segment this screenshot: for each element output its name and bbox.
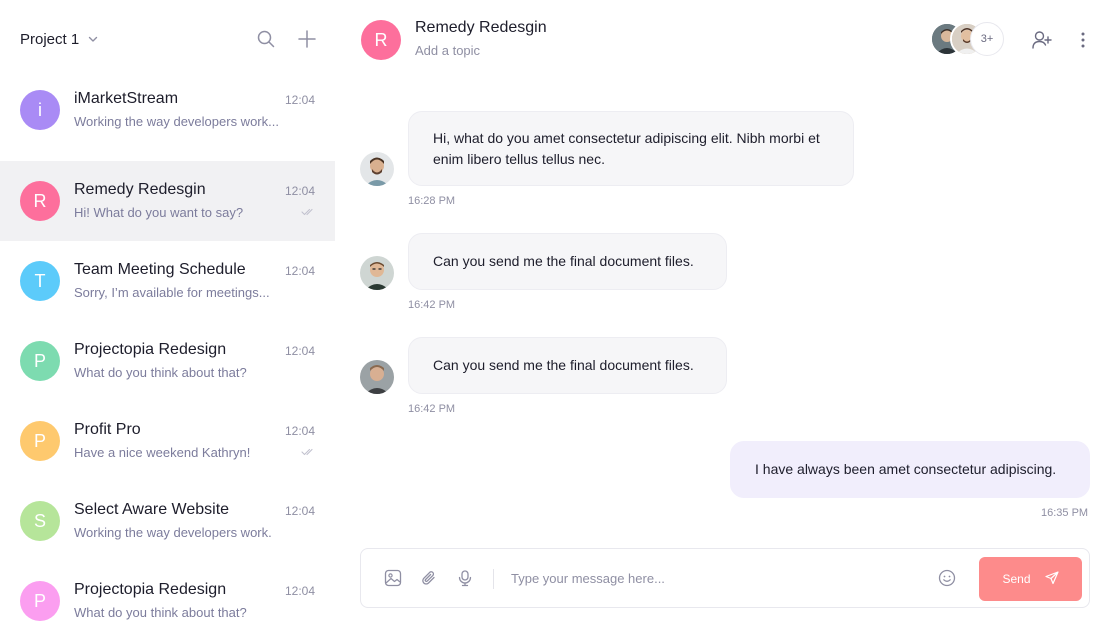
- conversation-name: Remedy Redesgin: [74, 181, 206, 198]
- conversation-time: 12:04: [284, 584, 315, 598]
- conversation-time: 12:04: [284, 424, 315, 438]
- conversation-sidebar: Project 1 i iMarketStream 12:04 Working …: [0, 0, 335, 641]
- message-text: Hi, what do you amet consectetur adipisc…: [433, 129, 820, 167]
- message-time: 16:42 PM: [408, 299, 456, 311]
- conversation-item-projectopia-redesign-2[interactable]: P Projectopia Redesign 12:04 What do you…: [0, 561, 335, 641]
- chat-title: Remedy Redesgin: [415, 19, 547, 36]
- conversation-name: Team Meeting Schedule: [74, 261, 246, 278]
- kebab-icon[interactable]: [1071, 28, 1095, 52]
- conversation-name: Projectopia Redesign: [74, 341, 227, 358]
- conversation-item-team-meeting-schedule[interactable]: T Team Meeting Schedule 12:04 Sorry, I’m…: [0, 241, 335, 321]
- project-selector[interactable]: Project 1: [20, 28, 99, 50]
- avatar: P: [20, 421, 60, 461]
- conversation-time: 12:04: [284, 264, 315, 278]
- image-icon[interactable]: [383, 568, 403, 588]
- conversation-item-projectopia-redesign[interactable]: P Projectopia Redesign 12:04 What do you…: [0, 321, 335, 401]
- conversation-preview: Sorry, I’m available for meetings...: [74, 285, 270, 300]
- double-check-icon: [301, 448, 315, 456]
- add-user-icon[interactable]: [1030, 28, 1054, 52]
- avatar: P: [20, 581, 60, 621]
- sidebar-header: Project 1: [0, 0, 335, 80]
- more-members-badge[interactable]: 3+: [970, 22, 1004, 56]
- conversation-time: 12:04: [284, 344, 315, 358]
- message-text: Can you send me the final document files…: [433, 357, 694, 373]
- member-avatars[interactable]: 3+: [930, 22, 1010, 58]
- avatar: i: [20, 90, 60, 130]
- conversation-name: iMarketStream: [74, 90, 179, 107]
- conversation-preview: Working the way developers work...: [74, 114, 279, 129]
- message-text: Can you send me the final document files…: [433, 253, 694, 269]
- send-icon: [1044, 570, 1059, 588]
- message-time: 16:28 PM: [408, 195, 456, 207]
- sender-avatar: [360, 360, 394, 394]
- search-icon[interactable]: [256, 29, 276, 49]
- conversation-name: Profit Pro: [74, 421, 141, 438]
- send-button[interactable]: Send: [979, 557, 1082, 601]
- conversation-time: 12:04: [284, 184, 315, 198]
- conversation-preview: What do you think about that?: [74, 365, 247, 380]
- conversation-item-select-aware-website[interactable]: S Select Aware Website 12:04 Working the…: [0, 481, 335, 561]
- chat-avatar: R: [361, 20, 401, 60]
- conversation-preview: Hi! What do you want to say?: [74, 205, 244, 220]
- message-bubble: Can you send me the final document files…: [408, 233, 727, 290]
- message-composer: Send: [360, 548, 1090, 608]
- send-button-label: Send: [1002, 572, 1031, 586]
- conversation-time: 12:04: [284, 504, 315, 518]
- message-input[interactable]: [511, 565, 921, 591]
- paperclip-icon[interactable]: [419, 568, 439, 588]
- double-check-icon: [301, 208, 315, 216]
- conversation-item-remedy-redesgin[interactable]: R Remedy Redesgin 12:04 Hi! What do you …: [0, 161, 335, 241]
- message-time: 16:42 PM: [408, 403, 456, 415]
- conversation-preview: What do you think about that?: [74, 605, 247, 620]
- plus-icon[interactable]: [297, 29, 317, 49]
- message-text: I have always been amet consectetur adip…: [755, 461, 1057, 477]
- avatar: R: [20, 181, 60, 221]
- message-bubble: Can you send me the final document files…: [408, 337, 727, 394]
- message-bubble-outgoing: I have always been amet consectetur adip…: [730, 441, 1090, 498]
- conversation-item-profit-pro[interactable]: P Profit Pro 12:04 Have a nice weekend K…: [0, 401, 335, 481]
- chat-panel: R Remedy Redesgin Add a topic 3+ Hi, wha…: [335, 0, 1115, 641]
- microphone-icon[interactable]: [455, 568, 475, 588]
- conversation-time: 12:04: [284, 93, 315, 107]
- conversation-preview: Working the way developers work.: [74, 525, 272, 540]
- avatar: T: [20, 261, 60, 301]
- chevron-down-icon: [87, 33, 99, 45]
- avatar: P: [20, 341, 60, 381]
- sender-avatar: [360, 256, 394, 290]
- add-topic-link[interactable]: Add a topic: [415, 43, 480, 58]
- conversation-name: Select Aware Website: [74, 501, 230, 518]
- composer-divider: [493, 569, 494, 589]
- message-time: 16:35 PM: [1041, 507, 1089, 519]
- conversation-preview: Have a nice weekend Kathryn!: [74, 445, 251, 460]
- conversation-item-imarketstream[interactable]: i iMarketStream 12:04 Working the way de…: [0, 70, 335, 150]
- emoji-icon[interactable]: [937, 568, 957, 588]
- avatar: S: [20, 501, 60, 541]
- sender-avatar: [360, 152, 394, 186]
- project-name: Project 1: [20, 30, 80, 48]
- conversation-name: Projectopia Redesign: [74, 581, 227, 598]
- message-bubble: Hi, what do you amet consectetur adipisc…: [408, 111, 854, 186]
